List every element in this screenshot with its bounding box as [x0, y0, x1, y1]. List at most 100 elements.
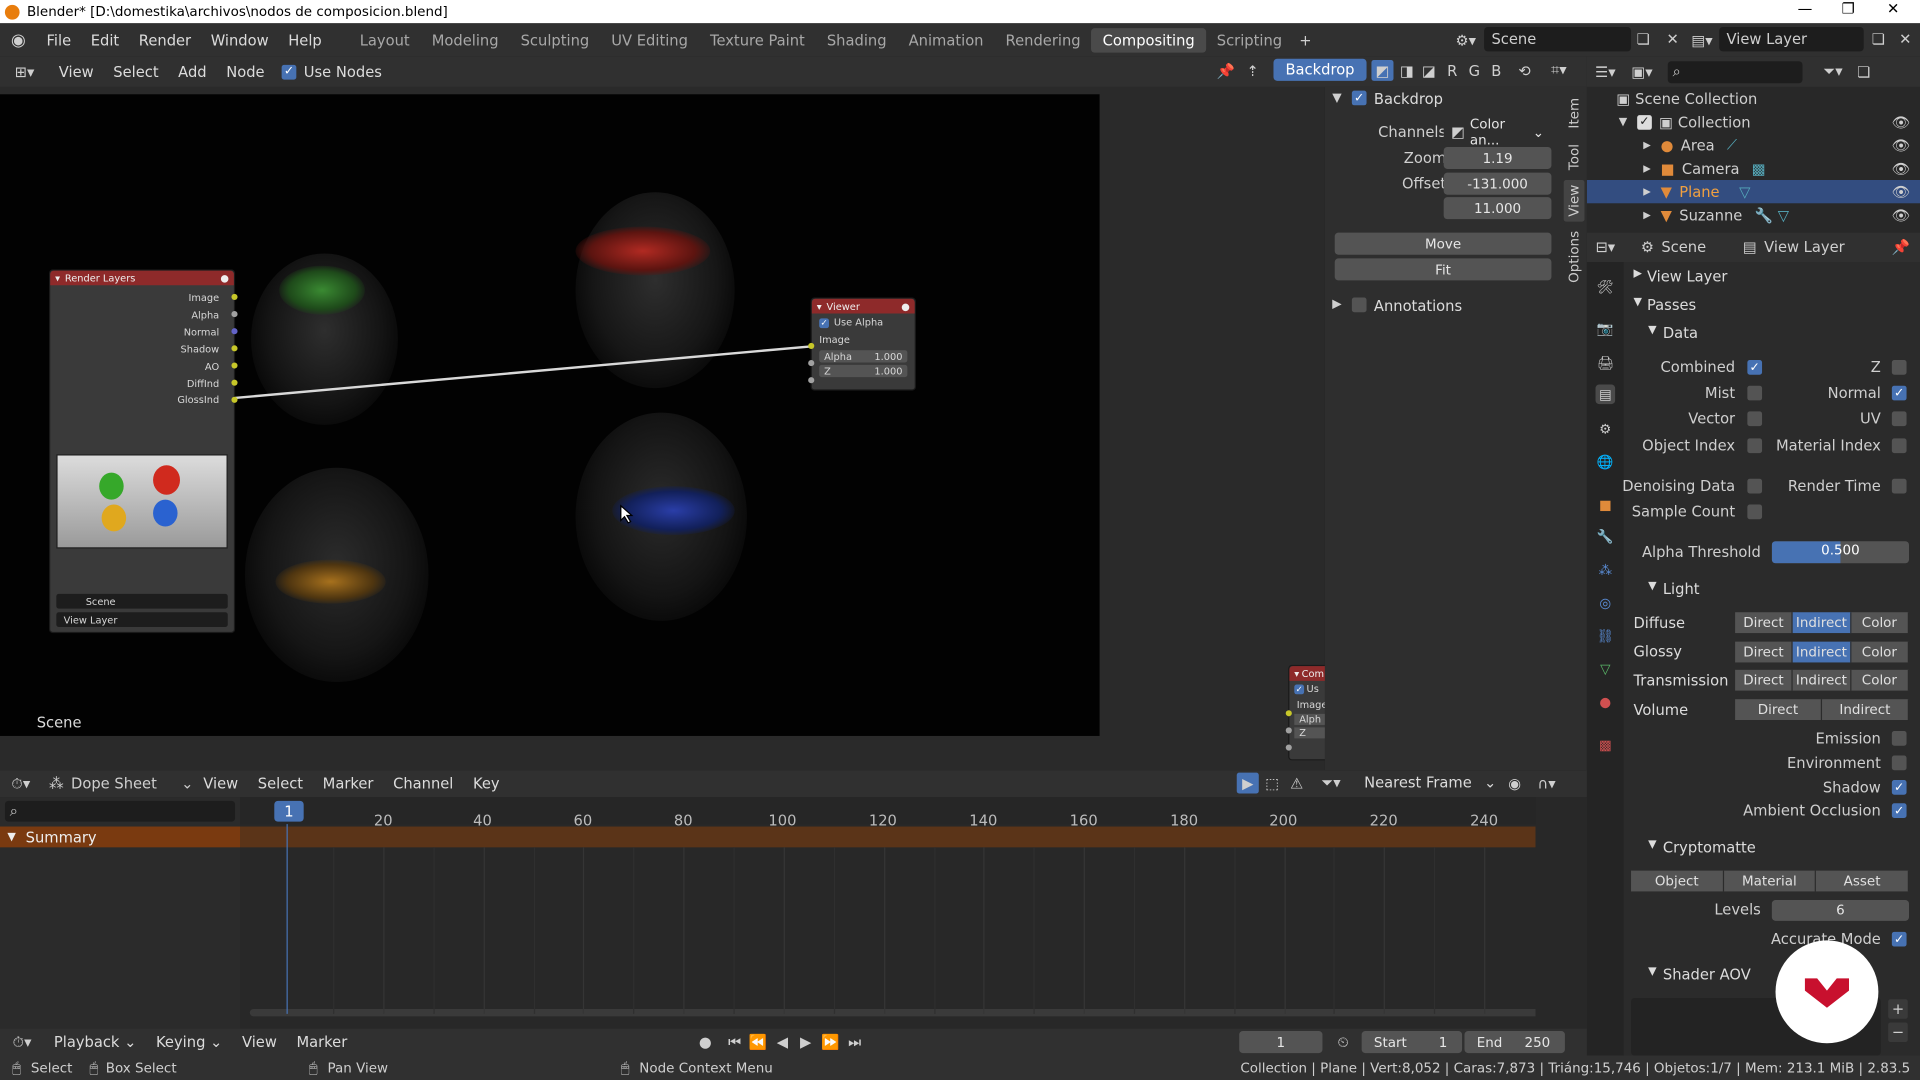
- tab-uv-editing[interactable]: UV Editing: [600, 28, 699, 52]
- timeline-marker-menu[interactable]: Marker: [287, 1033, 357, 1050]
- socket-diffind[interactable]: [231, 379, 238, 386]
- scene-field[interactable]: Scene: [1484, 26, 1632, 52]
- record-icon[interactable]: ●: [696, 1032, 716, 1052]
- tab-shading[interactable]: Shading: [816, 28, 898, 52]
- viewer-node[interactable]: ▾ Viewer ● ✓ Use Alpha Image Alpha 1.000 Z1…: [808, 297, 916, 391]
- eye-icon[interactable]: 👁: [1892, 206, 1911, 223]
- outliner-search-input[interactable]: ⌕: [1667, 60, 1803, 83]
- diffuse-color-button[interactable]: Color: [1851, 612, 1909, 634]
- jump-keyframe-back-icon[interactable]: ⏪: [748, 1032, 768, 1052]
- end-frame-field[interactable]: End 250: [1464, 1031, 1565, 1054]
- particles-tab-icon[interactable]: ⁂: [1596, 560, 1616, 580]
- uv-checkbox[interactable]: [1891, 411, 1907, 427]
- zoom-field[interactable]: 1.19: [1443, 146, 1552, 169]
- tab-rendering[interactable]: Rendering: [995, 28, 1092, 52]
- viewer-z-field[interactable]: Z 1.000: [819, 364, 908, 378]
- falloff-icon[interactable]: ∩▾: [1531, 773, 1563, 794]
- tab-options[interactable]: Options: [1563, 224, 1585, 291]
- dope-menu-view[interactable]: View: [193, 775, 247, 792]
- channels-dropdown[interactable]: ◩ Color an... ⌄: [1443, 116, 1552, 148]
- use-nodes-checkbox[interactable]: ✓: [281, 64, 297, 79]
- node-menu-node[interactable]: Node: [216, 63, 274, 80]
- new-collection-icon[interactable]: ❏: [1851, 63, 1875, 80]
- render-time-checkbox[interactable]: [1891, 478, 1907, 494]
- tab-layout[interactable]: Layout: [349, 28, 421, 52]
- pin-icon[interactable]: 📌: [1892, 239, 1910, 256]
- sample-count-checkbox[interactable]: [1747, 504, 1763, 520]
- backdrop-color-icon[interactable]: ◩: [1371, 60, 1394, 81]
- view-layer-section[interactable]: View Layer: [1647, 268, 1728, 285]
- dope-mode-dropdown[interactable]: ⁂ Dope Sheet ⌄: [42, 775, 194, 792]
- eye-icon[interactable]: 👁: [1892, 113, 1911, 130]
- dope-sheet-area[interactable]: ⌕ ▼ Summary: [0, 797, 1587, 1029]
- scene-selector-icon[interactable]: ⚙▾: [1451, 29, 1480, 51]
- eye-icon[interactable]: 👁: [1892, 160, 1911, 177]
- expand-icon[interactable]: ▼: [1619, 116, 1627, 128]
- diffuse-indirect-button[interactable]: Indirect: [1793, 612, 1852, 634]
- tab-compositing[interactable]: Compositing: [1091, 27, 1206, 53]
- transmission-color-button[interactable]: Color: [1851, 669, 1909, 691]
- cryptomatte-asset-button[interactable]: Asset: [1816, 870, 1910, 892]
- backdrop-collapse-icon[interactable]: ▼: [1332, 92, 1341, 105]
- volume-indirect-button[interactable]: Indirect: [1822, 699, 1909, 721]
- tab-scripting[interactable]: Scripting: [1206, 28, 1293, 52]
- output-tab-icon[interactable]: 🖨: [1596, 353, 1616, 373]
- outliner-item-area[interactable]: ▶ ● Area ⟋ 👁: [1587, 133, 1920, 156]
- view-layer-selector-icon[interactable]: ▤▾: [1687, 29, 1716, 51]
- view-layer-tab-icon[interactable]: ▤: [1595, 384, 1616, 405]
- data-collapse-icon[interactable]: ▼: [1648, 324, 1656, 336]
- environment-checkbox[interactable]: [1891, 755, 1907, 771]
- minimize-icon[interactable]: —: [1798, 0, 1813, 17]
- transmission-indirect-button[interactable]: Indirect: [1793, 669, 1852, 691]
- new-view-layer-icon[interactable]: ❏: [1866, 29, 1890, 49]
- levels-field[interactable]: 6: [1771, 900, 1909, 921]
- volume-direct-button[interactable]: Direct: [1735, 699, 1823, 721]
- render-layers-node[interactable]: ▾ Render Layers ● Image Alpha Normal Shad…: [48, 269, 238, 634]
- menu-file[interactable]: File: [37, 31, 81, 48]
- play-reverse-icon[interactable]: ◀: [773, 1032, 793, 1052]
- only-selected-icon[interactable]: ▶: [1236, 772, 1259, 794]
- summary-channel[interactable]: ▼ Summary: [0, 826, 241, 848]
- constraints-tab-icon[interactable]: ⛓: [1596, 626, 1616, 646]
- outliner-item-plane[interactable]: ▶ ▼ Plane ▽ 👁: [1586, 180, 1920, 204]
- viewer-alpha-field[interactable]: Alpha 1.000: [819, 350, 908, 363]
- properties-editor-type-icon[interactable]: ⊟▾: [1587, 239, 1624, 256]
- shader-aov-subsection[interactable]: Shader AOV: [1663, 966, 1751, 983]
- light-subsection[interactable]: Light: [1663, 580, 1700, 597]
- add-workspace-icon[interactable]: +: [1293, 31, 1317, 48]
- dope-menu-marker[interactable]: Marker: [313, 775, 383, 792]
- tab-modeling[interactable]: Modeling: [421, 28, 510, 52]
- snap-mode-dropdown[interactable]: Nearest Frame ⌄: [1359, 771, 1496, 793]
- restore-icon[interactable]: ❐: [1842, 0, 1855, 17]
- socket-glossind[interactable]: [231, 396, 238, 403]
- view-layer-section-expand-icon[interactable]: ▶: [1633, 268, 1641, 280]
- ambient-occlusion-checkbox[interactable]: ✓: [1891, 803, 1907, 818]
- eye-icon[interactable]: 👁: [1892, 183, 1911, 200]
- tool-tab-icon[interactable]: 🛠: [1596, 277, 1616, 297]
- eye-icon[interactable]: 👁: [1892, 137, 1911, 154]
- pin-icon[interactable]: 📌: [1215, 61, 1237, 81]
- add-aov-icon[interactable]: +: [1888, 999, 1908, 1019]
- object-index-checkbox[interactable]: [1747, 438, 1763, 454]
- node-editor-canvas[interactable]: Scene ▾ Render Layers ● Image Alpha Norma…: [0, 86, 1325, 771]
- socket-image[interactable]: [231, 293, 238, 301]
- channel-b-button[interactable]: B: [1487, 60, 1507, 81]
- material-index-checkbox[interactable]: [1891, 438, 1907, 454]
- fit-button[interactable]: Fit: [1334, 258, 1552, 281]
- glossy-color-button[interactable]: Color: [1851, 641, 1909, 663]
- viewer-image-socket[interactable]: [808, 342, 815, 349]
- menu-edit[interactable]: Edit: [81, 31, 129, 48]
- annotations-expand-icon[interactable]: ▶: [1332, 298, 1341, 311]
- playback-menu[interactable]: Playback ⌄: [44, 1033, 146, 1050]
- menu-help[interactable]: Help: [278, 31, 331, 48]
- snap-element-icon[interactable]: ⌗▾: [1540, 60, 1577, 81]
- only-errors-icon[interactable]: ⚠: [1286, 773, 1308, 794]
- timeline-editor-type-icon[interactable]: ⏱▾: [0, 1033, 44, 1051]
- alpha-threshold-slider[interactable]: 0.500: [1771, 541, 1909, 564]
- menu-window[interactable]: Window: [201, 31, 279, 48]
- outliner-editor-type-icon[interactable]: ☰▾: [1587, 63, 1624, 80]
- normal-checkbox[interactable]: ✓: [1891, 385, 1907, 401]
- combined-checkbox[interactable]: ✓: [1747, 360, 1763, 375]
- texture-tab-icon[interactable]: ▩: [1596, 735, 1616, 755]
- offset-y-field[interactable]: 11.000: [1443, 197, 1552, 220]
